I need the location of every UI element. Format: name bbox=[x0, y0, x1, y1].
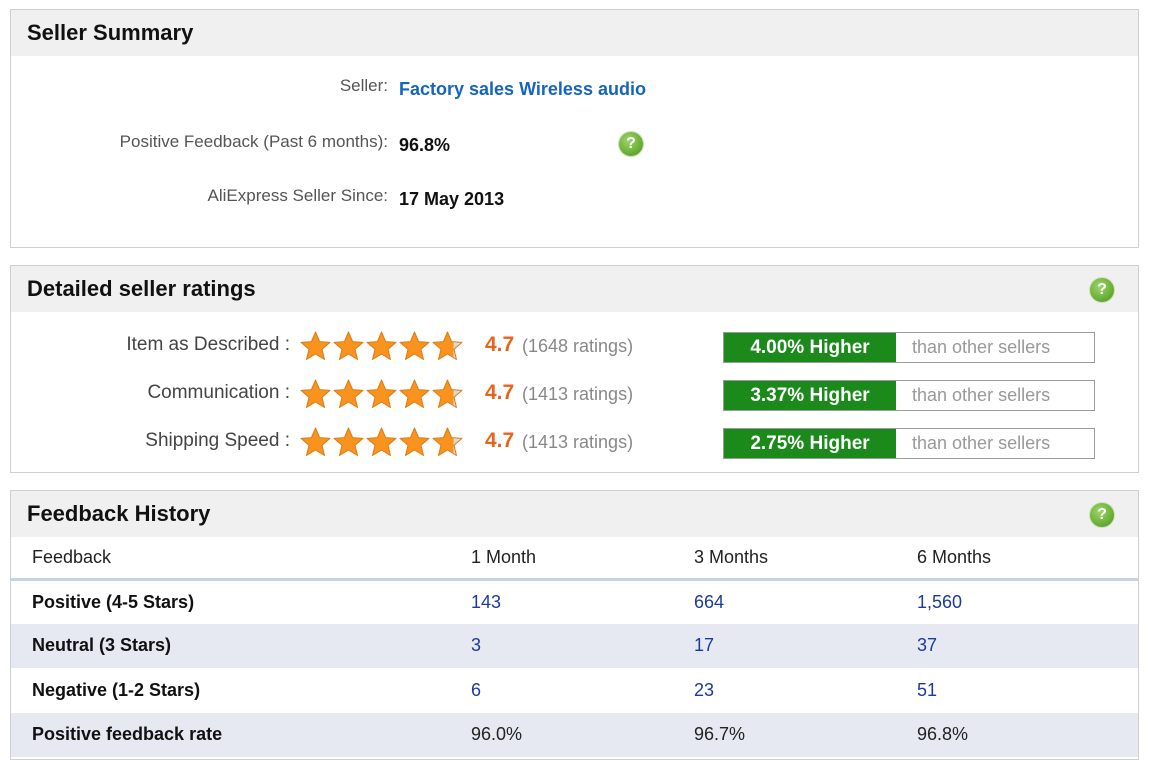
comparison-badge: 3.37% Higher than other sellers bbox=[723, 380, 1095, 411]
rating-score: 4.7 bbox=[485, 429, 515, 452]
column-header: 1 Month bbox=[471, 537, 694, 581]
feedback-history-title: Feedback History bbox=[27, 501, 211, 526]
table-cell-link[interactable]: 23 bbox=[694, 668, 917, 713]
feedback-history-header: Feedback History ? bbox=[11, 491, 1138, 537]
feedback-history-panel: Feedback History ? Feedback 1 Month 3 Mo… bbox=[10, 490, 1139, 760]
star-icon bbox=[399, 427, 430, 456]
comparison-suffix: than other sellers bbox=[912, 337, 1051, 357]
table-cell-link[interactable]: 17 bbox=[694, 623, 917, 668]
rating-score: 4.7 bbox=[485, 381, 515, 404]
star-rating bbox=[299, 329, 464, 363]
row-label: Positive (4-5 Stars) bbox=[32, 591, 195, 612]
comparison-value: 3.37% Higher bbox=[724, 381, 896, 410]
rating-label: Item as Described : bbox=[126, 334, 290, 355]
column-header: 6 Months bbox=[917, 537, 1138, 581]
table-cell-link[interactable]: 664 bbox=[694, 579, 917, 624]
rating-score: 4.7 bbox=[485, 333, 515, 356]
positive-feedback-value: 96.8% bbox=[399, 135, 451, 155]
star-rating bbox=[299, 425, 464, 459]
star-icon bbox=[432, 379, 463, 408]
comparison-badge: 4.00% Higher than other sellers bbox=[723, 332, 1095, 363]
table-cell-link[interactable]: 51 bbox=[917, 668, 1138, 713]
table-cell-link[interactable]: 3 bbox=[471, 623, 694, 668]
star-icon bbox=[366, 379, 397, 408]
comparison-suffix: than other sellers bbox=[912, 433, 1051, 453]
detailed-ratings-title: Detailed seller ratings bbox=[27, 276, 256, 301]
star-icon bbox=[300, 331, 331, 360]
star-icon bbox=[432, 331, 463, 360]
rating-count: (1648 ratings) bbox=[522, 336, 634, 356]
rating-count: (1413 ratings) bbox=[522, 432, 634, 452]
comparison-suffix: than other sellers bbox=[912, 385, 1051, 405]
table-row: Positive feedback rate 96.0% 96.7% 96.8% bbox=[11, 712, 1138, 757]
detailed-ratings-panel: Detailed seller ratings ? Item as Descri… bbox=[10, 265, 1139, 473]
positive-feedback-label: Positive Feedback (Past 6 months): bbox=[119, 132, 388, 151]
seller-name-link[interactable]: Factory sales Wireless audio bbox=[399, 79, 646, 100]
seller-summary-panel: Seller Summary Seller: Factory sales Wir… bbox=[10, 9, 1139, 248]
table-cell-link[interactable]: 143 bbox=[471, 579, 694, 624]
comparison-value: 2.75% Higher bbox=[724, 429, 896, 458]
table-header-row: Feedback 1 Month 3 Months 6 Months bbox=[11, 537, 1138, 581]
rating-count: (1413 ratings) bbox=[522, 384, 634, 404]
seller-since-value: 17 May 2013 bbox=[399, 189, 505, 209]
feedback-history-table: Feedback 1 Month 3 Months 6 Months Posit… bbox=[11, 537, 1138, 757]
table-row: Negative (1-2 Stars) 6 23 51 bbox=[11, 668, 1138, 713]
column-header: Feedback bbox=[11, 537, 471, 581]
seller-since-label: AliExpress Seller Since: bbox=[207, 186, 388, 205]
table-cell: 96.7% bbox=[694, 712, 917, 757]
rating-label: Shipping Speed : bbox=[145, 430, 290, 451]
table-row: Positive (4-5 Stars) 143 664 1,560 bbox=[11, 579, 1138, 624]
star-icon bbox=[333, 427, 364, 456]
star-icon bbox=[333, 379, 364, 408]
star-icon bbox=[300, 379, 331, 408]
table-cell: 96.0% bbox=[471, 712, 694, 757]
seller-summary-title: Seller Summary bbox=[27, 20, 194, 45]
star-icon bbox=[366, 427, 397, 456]
seller-summary-header: Seller Summary bbox=[11, 10, 1138, 56]
table-cell-link[interactable]: 1,560 bbox=[917, 579, 1138, 624]
question-icon[interactable]: ? bbox=[1090, 503, 1114, 527]
star-icon bbox=[432, 427, 463, 456]
detailed-ratings-header: Detailed seller ratings ? bbox=[11, 266, 1138, 312]
row-label: Negative (1-2 Stars) bbox=[32, 679, 201, 700]
star-icon bbox=[399, 331, 430, 360]
row-label: Positive feedback rate bbox=[11, 712, 471, 757]
row-label: Neutral (3 Stars) bbox=[11, 623, 471, 668]
table-row: Neutral (3 Stars) 3 17 37 bbox=[11, 623, 1138, 668]
rating-label: Communication : bbox=[147, 382, 290, 403]
table-cell-link[interactable]: 37 bbox=[917, 623, 1138, 668]
comparison-badge: 2.75% Higher than other sellers bbox=[723, 428, 1095, 459]
star-icon bbox=[399, 379, 430, 408]
table-cell: 96.8% bbox=[917, 712, 1138, 757]
question-icon[interactable]: ? bbox=[619, 132, 643, 156]
star-icon bbox=[333, 331, 364, 360]
table-cell-link[interactable]: 6 bbox=[471, 668, 694, 713]
comparison-value: 4.00% Higher bbox=[724, 333, 896, 362]
star-icon bbox=[300, 427, 331, 456]
question-icon[interactable]: ? bbox=[1090, 278, 1114, 302]
seller-label: Seller: bbox=[339, 76, 388, 95]
star-rating bbox=[299, 377, 464, 411]
star-icon bbox=[366, 331, 397, 360]
column-header: 3 Months bbox=[694, 537, 917, 581]
